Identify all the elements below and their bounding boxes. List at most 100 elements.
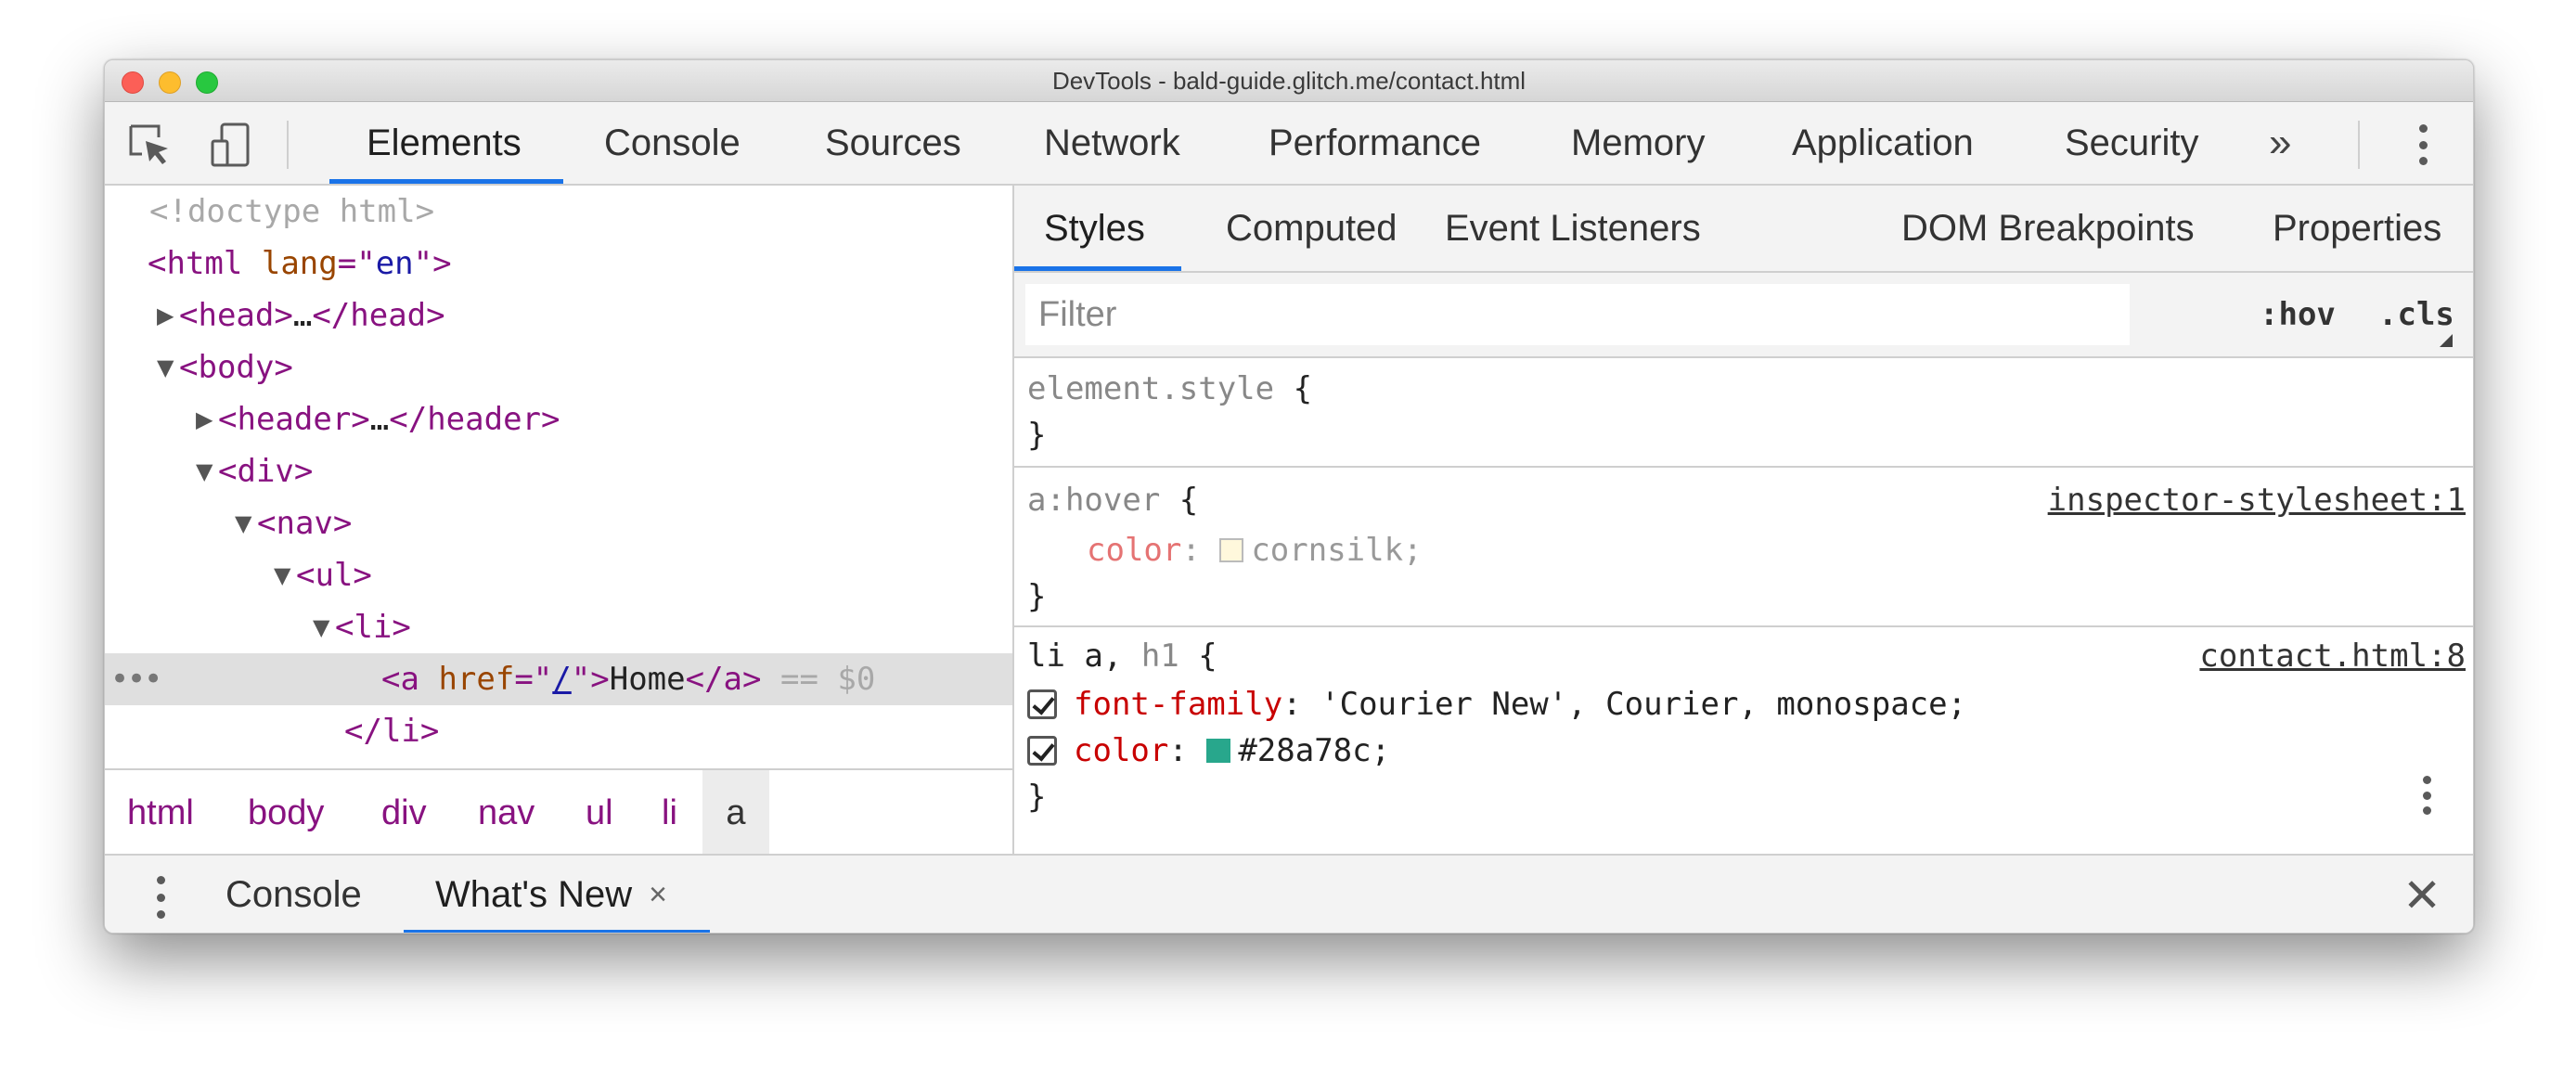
tab-dom-breakpoints[interactable]: DOM Breakpoints — [1901, 186, 2195, 271]
tab-console[interactable]: Console — [604, 102, 741, 184]
drawer-tab-whats-new[interactable]: What's New × — [435, 856, 667, 933]
breadcrumb-body[interactable]: body — [248, 770, 324, 856]
source-link-contact-html[interactable]: contact.html:8 — [2199, 633, 2466, 679]
tab-network[interactable]: Network — [1044, 102, 1180, 184]
doctype-text: <!doctype html> — [149, 193, 435, 230]
dom-node-html[interactable]: <html lang =" en "> — [105, 238, 1012, 290]
collapse-triangle-icon[interactable]: ▼ — [196, 458, 218, 484]
breadcrumb-ul[interactable]: ul — [586, 770, 613, 856]
breadcrumb: html body div nav ul li a — [105, 768, 1012, 856]
dom-node-head[interactable]: ▶ <head>… </head> — [105, 290, 1012, 341]
header-tag-open: <header> — [218, 401, 370, 438]
drawer-tab-console[interactable]: Console — [225, 856, 362, 933]
more-tabs-button[interactable]: » — [2269, 102, 2291, 184]
h1-selector-unmatched[interactable]: h1 — [1122, 638, 1179, 675]
dom-node-ul[interactable]: ▼ <ul> — [105, 549, 1012, 601]
rule-menu-kebab-icon[interactable] — [2421, 776, 2432, 815]
li-tag-close: </li> — [344, 713, 440, 750]
element-style-open-brace: { — [1274, 370, 1313, 407]
color-swatch-icon[interactable] — [1206, 739, 1231, 763]
rule-a-hover: a:hover { inspector-stylesheet:1 color: … — [1014, 468, 2473, 627]
tab-elements[interactable]: Elements — [367, 102, 522, 184]
header-collapsed: … — [369, 401, 390, 438]
dom-node-header[interactable]: ▶ <header>… </header> — [105, 393, 1012, 445]
devtools-window: DevTools - bald-guide.glitch.me/contact.… — [104, 59, 2474, 934]
tab-sources[interactable]: Sources — [825, 102, 961, 184]
color-prop-name: color — [1074, 732, 1169, 769]
tab-memory[interactable]: Memory — [1571, 102, 1705, 184]
hover-color-declaration[interactable]: color: cornsilk; — [1087, 527, 1423, 573]
hov-toggle-button[interactable]: :hov — [2260, 273, 2336, 356]
window-controls — [122, 71, 218, 94]
collapse-triangle-icon[interactable]: ▼ — [157, 354, 179, 380]
rule-element-style: element.style { } — [1014, 358, 2473, 468]
close-tab-icon[interactable]: × — [649, 877, 667, 913]
collapse-triangle-icon[interactable]: ▼ — [313, 614, 335, 640]
hover-open-brace: { — [1160, 482, 1199, 519]
collapse-triangle-icon[interactable]: ▼ — [274, 562, 296, 588]
expand-triangle-icon[interactable]: ▶ — [157, 303, 179, 328]
tab-performance[interactable]: Performance — [1269, 102, 1481, 184]
li-tag: <li> — [335, 609, 411, 646]
tab-styles[interactable]: Styles — [1044, 186, 1145, 271]
dom-node-div[interactable]: ▼ <div> — [105, 445, 1012, 497]
color-prop-value: #28a78c; — [1238, 732, 1391, 769]
minimize-window-button[interactable] — [159, 71, 181, 94]
device-toggle-icon[interactable] — [205, 119, 257, 171]
drawer-tab-whats-new-label: What's New — [435, 874, 633, 915]
hover-prop-value: cornsilk; — [1251, 532, 1423, 569]
title-bar: DevTools - bald-guide.glitch.me/contact.… — [105, 60, 2473, 102]
source-link-inspector-stylesheet[interactable]: inspector-stylesheet:1 — [2048, 477, 2466, 523]
color-declaration[interactable]: color: #28a78c; — [1027, 728, 1390, 774]
breadcrumb-div[interactable]: div — [381, 770, 427, 856]
body-tag: <body> — [179, 349, 293, 386]
breadcrumb-nav[interactable]: nav — [478, 770, 535, 856]
toolbar-separator-right — [2358, 121, 2360, 169]
styles-filter-bar: :hov .cls + — [1014, 273, 2473, 358]
a-attr-value-link[interactable]: / — [552, 661, 571, 698]
tab-event-listeners[interactable]: Event Listeners — [1445, 186, 1701, 271]
dom-node-li[interactable]: ▼ <li> — [105, 601, 1012, 653]
drawer-menu-kebab-icon[interactable] — [155, 876, 166, 919]
font-family-prop-value: 'Courier New', Courier, monospace; — [1320, 686, 1967, 723]
breadcrumb-html[interactable]: html — [127, 770, 194, 856]
tab-properties[interactable]: Properties — [2273, 186, 2441, 271]
color-checkbox[interactable] — [1027, 736, 1057, 766]
a-attr-name: href — [438, 661, 515, 698]
dom-tree-panel: <!doctype html> <html lang =" en "> ▶ <head>… — [105, 186, 1014, 856]
head-tag-close: </head> — [312, 297, 445, 334]
a-tag-open: <a — [381, 661, 419, 698]
color-swatch-icon[interactable] — [1219, 538, 1244, 562]
tab-security[interactable]: Security — [2065, 102, 2199, 184]
close-drawer-icon[interactable]: ✕ — [2402, 856, 2441, 933]
html-tag-open: <html — [148, 245, 243, 282]
breadcrumb-li[interactable]: li — [662, 770, 677, 856]
breadcrumb-a[interactable]: a — [702, 770, 769, 856]
font-family-checkbox[interactable] — [1027, 689, 1057, 719]
collapse-triangle-icon[interactable]: ▼ — [235, 510, 257, 536]
dom-node-a-selected[interactable]: ••• <a href =" / "> Home </a> == $0 — [105, 653, 1012, 705]
dom-node-nav[interactable]: ▼ <nav> — [105, 497, 1012, 549]
dom-node-body[interactable]: ▼ <body> — [105, 341, 1012, 393]
rule-li-a-h1: li a, h1 { contact.html:8 font-family: '… — [1014, 627, 2473, 854]
hover-selector[interactable]: a:hover — [1027, 482, 1160, 519]
new-rule-menu-corner-icon[interactable] — [2440, 334, 2453, 347]
close-window-button[interactable] — [122, 71, 144, 94]
li-a-selector-match[interactable]: li a, — [1027, 638, 1122, 675]
font-family-prop-name: font-family — [1074, 686, 1283, 723]
kebab-menu-icon[interactable] — [2417, 124, 2428, 165]
styles-filter-input[interactable] — [1025, 284, 2130, 345]
cursor-inspect-icon[interactable] — [123, 119, 175, 171]
sidebar-tab-bar: Styles Computed Event Listeners DOM Brea… — [1014, 186, 2473, 273]
tab-computed[interactable]: Computed — [1226, 186, 1397, 271]
font-family-declaration[interactable]: font-family: 'Courier New', Courier, mon… — [1027, 681, 1966, 728]
more-actions-icon[interactable]: ••• — [110, 661, 162, 698]
expand-triangle-icon[interactable]: ▶ — [196, 406, 218, 432]
element-style-selector[interactable]: element.style — [1027, 370, 1274, 407]
li-a-close-brace: } — [1027, 779, 1047, 816]
dom-node-li-close[interactable]: </li> — [105, 705, 1012, 757]
selected-node-marker: == $0 — [779, 661, 876, 698]
dom-node-doctype[interactable]: <!doctype html> — [105, 186, 1012, 238]
zoom-window-button[interactable] — [196, 71, 218, 94]
tab-application[interactable]: Application — [1792, 102, 1974, 184]
